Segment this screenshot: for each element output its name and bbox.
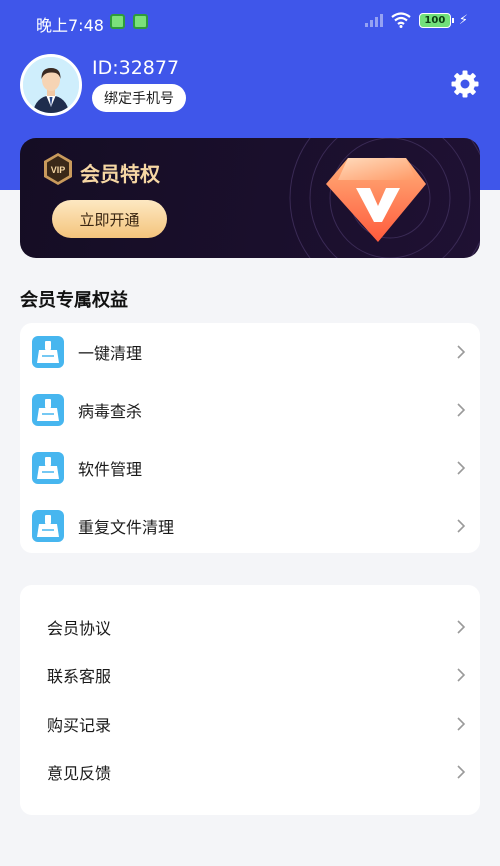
chevron-right-icon: [457, 668, 466, 682]
list-item-label: 一键清理: [78, 344, 143, 363]
list-item-virus-scan[interactable]: 病毒查杀: [20, 381, 480, 439]
battery-icon: 100: [418, 12, 454, 28]
chevron-right-icon: [457, 519, 466, 533]
signal-icon: [364, 13, 383, 27]
vip-card[interactable]: VIP 会员特权 立即开通: [20, 138, 480, 258]
chevron-right-icon: [457, 765, 466, 779]
broom-icon: [32, 510, 64, 542]
list-item-label: 意见反馈: [47, 764, 112, 783]
list-item-label: 购买记录: [47, 716, 112, 735]
list-item-feedback[interactable]: 意见反馈: [20, 748, 480, 796]
broom-icon: [32, 336, 64, 368]
chevron-right-icon: [457, 717, 466, 731]
diamond-icon: [326, 158, 426, 242]
avatar[interactable]: [20, 54, 82, 116]
broom-icon: [32, 452, 64, 484]
open-now-button[interactable]: 立即开通: [52, 200, 167, 238]
list-item-label: 会员协议: [47, 619, 112, 638]
notification-app-icon: [133, 14, 148, 29]
user-id: ID:32877: [92, 57, 180, 79]
vip-badge-icon: VIP: [44, 153, 72, 185]
chevron-right-icon: [457, 461, 466, 475]
list-item-label: 重复文件清理: [78, 518, 175, 537]
gear-icon[interactable]: [450, 69, 480, 99]
list-item-label: 软件管理: [78, 460, 143, 479]
list-item-contact-support[interactable]: 联系客服: [20, 651, 480, 699]
list-item-label: 联系客服: [47, 667, 112, 686]
list-item-member-agreement[interactable]: 会员协议: [20, 603, 480, 651]
list-item-duplicate-files[interactable]: 重复文件清理: [20, 497, 480, 555]
vip-title: 会员特权: [80, 162, 160, 186]
benefits-list: 一键清理 病毒查杀 软件管理 重复文件清理: [20, 323, 480, 553]
broom-icon: [32, 394, 64, 426]
list-item-app-manager[interactable]: 软件管理: [20, 439, 480, 497]
list-item-label: 病毒查杀: [78, 402, 143, 421]
chevron-right-icon: [457, 620, 466, 634]
status-indicators: 100 ⚡: [364, 12, 468, 28]
wifi-icon: [391, 12, 411, 28]
list-item-one-click-clean[interactable]: 一键清理: [20, 323, 480, 381]
benefits-title: 会员专属权益: [20, 290, 128, 311]
vip-badge-text: VIP: [51, 165, 66, 175]
charging-bolt-icon: ⚡: [458, 12, 468, 28]
status-time: 晚上7:48: [36, 16, 104, 35]
list-item-purchase-history[interactable]: 购买记录: [20, 700, 480, 748]
status-bar: 晚上7:48 100 ⚡: [0, 0, 500, 44]
chevron-right-icon: [457, 345, 466, 359]
bind-phone-button[interactable]: 绑定手机号: [92, 84, 186, 112]
chevron-right-icon: [457, 403, 466, 417]
notification-app-icon: [110, 14, 125, 29]
settings-list: 会员协议 联系客服 购买记录 意见反馈: [20, 585, 480, 815]
